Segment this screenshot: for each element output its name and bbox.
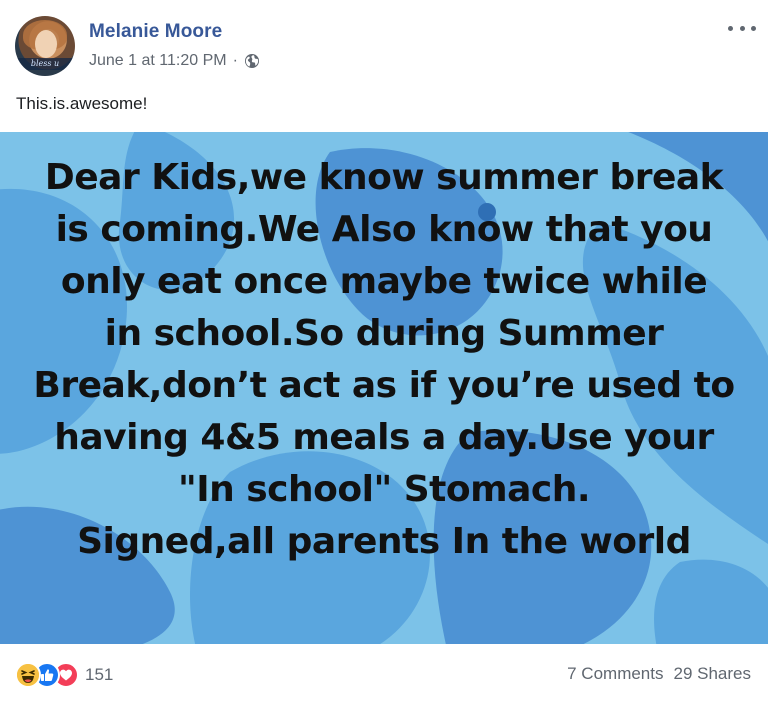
haha-icon (15, 662, 41, 688)
image-text-line: in school.So during Summer (104, 313, 664, 354)
image-text: Dear Kids,we know summer break is coming… (0, 152, 768, 568)
globe-icon[interactable] (244, 53, 260, 69)
meta-separator: · (232, 52, 238, 69)
image-text-line: Dear Kids,we know summer break (44, 157, 724, 198)
avatar-face (35, 30, 57, 58)
author-name[interactable]: Melanie Moore (89, 21, 222, 43)
comments-link[interactable]: 7 Comments (567, 664, 663, 684)
more-dot-icon (739, 25, 745, 31)
facebook-post: bless u Melanie Moore June 1 at 11:20 PM… (0, 0, 768, 704)
avatar[interactable]: bless u (15, 16, 75, 76)
image-text-line: is coming.We Also know that you (55, 209, 713, 250)
more-dot-icon (728, 25, 733, 31)
post-meta: June 1 at 11:20 PM · (89, 52, 260, 70)
more-dot-icon (751, 25, 756, 31)
avatar-caption: bless u (15, 58, 75, 70)
image-text-line: Break,don’t act as if you’re used to (33, 365, 735, 406)
post-caption: This.is.awesome! (16, 94, 148, 113)
image-text-line: having 4&5 meals a day.Use your (54, 417, 714, 458)
shares-link[interactable]: 29 Shares (674, 664, 752, 684)
more-options-button[interactable] (728, 18, 756, 38)
reactions-summary[interactable]: 151 (15, 660, 113, 690)
engagement-stats: 7 Comments 29 Shares (567, 664, 751, 684)
post-image[interactable]: Dear Kids,we know summer break is coming… (0, 132, 768, 644)
image-text-line: only eat once maybe twice while (60, 261, 708, 302)
reaction-count[interactable]: 151 (85, 665, 113, 685)
image-text-line: "In school" Stomach. (177, 469, 591, 510)
image-text-line: Signed,all parents In the world (77, 521, 691, 562)
post-timestamp[interactable]: June 1 at 11:20 PM (89, 52, 227, 70)
